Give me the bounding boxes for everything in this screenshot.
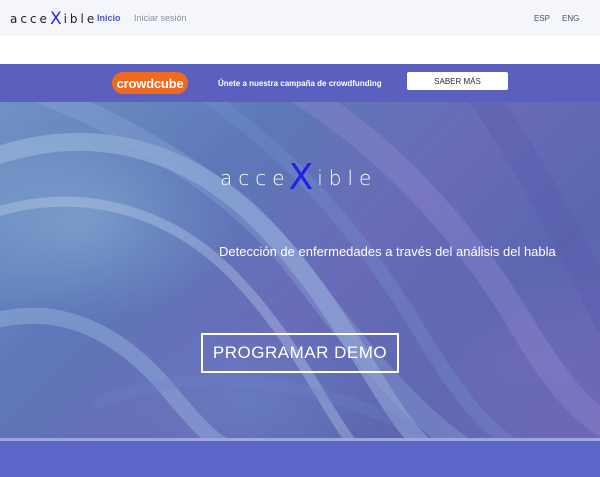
- top-navbar: acce X ible Inicio Iniciar sesión ESP EN…: [0, 0, 600, 36]
- nav-link-inicio[interactable]: Inicio: [97, 13, 121, 23]
- hero-background-art: [0, 102, 600, 440]
- language-eng[interactable]: ENG: [562, 14, 579, 23]
- hero-logo-suffix: ible: [317, 166, 378, 190]
- crowdfunding-banner: crowdcube Únete a nuestra campaña de cro…: [0, 64, 600, 102]
- saber-mas-button[interactable]: SABER MÁS: [407, 72, 508, 90]
- hero-tagline: Detección de enfermedades a través del a…: [219, 244, 556, 259]
- nav-link-iniciar-sesion[interactable]: Iniciar sesión: [134, 13, 187, 23]
- brand-prefix: acce: [10, 12, 50, 26]
- language-esp[interactable]: ESP: [534, 14, 550, 23]
- hero-section: acce X ible Detección de enfermedades a …: [0, 102, 600, 440]
- programar-demo-button[interactable]: PROGRAMAR DEMO: [201, 333, 399, 373]
- brand-logo[interactable]: acce X ible: [10, 9, 97, 29]
- hero-logo: acce X ible: [220, 160, 377, 196]
- hero-logo-x: X: [288, 157, 314, 198]
- brand-x: X: [49, 8, 62, 29]
- hero-logo-prefix: acce: [220, 166, 291, 190]
- brand-suffix: ible: [63, 12, 98, 26]
- crowdfunding-text: Únete a nuestra campaña de crowdfunding: [218, 79, 382, 88]
- crowdcube-logo[interactable]: crowdcube: [112, 72, 188, 94]
- footer-band: [0, 441, 600, 477]
